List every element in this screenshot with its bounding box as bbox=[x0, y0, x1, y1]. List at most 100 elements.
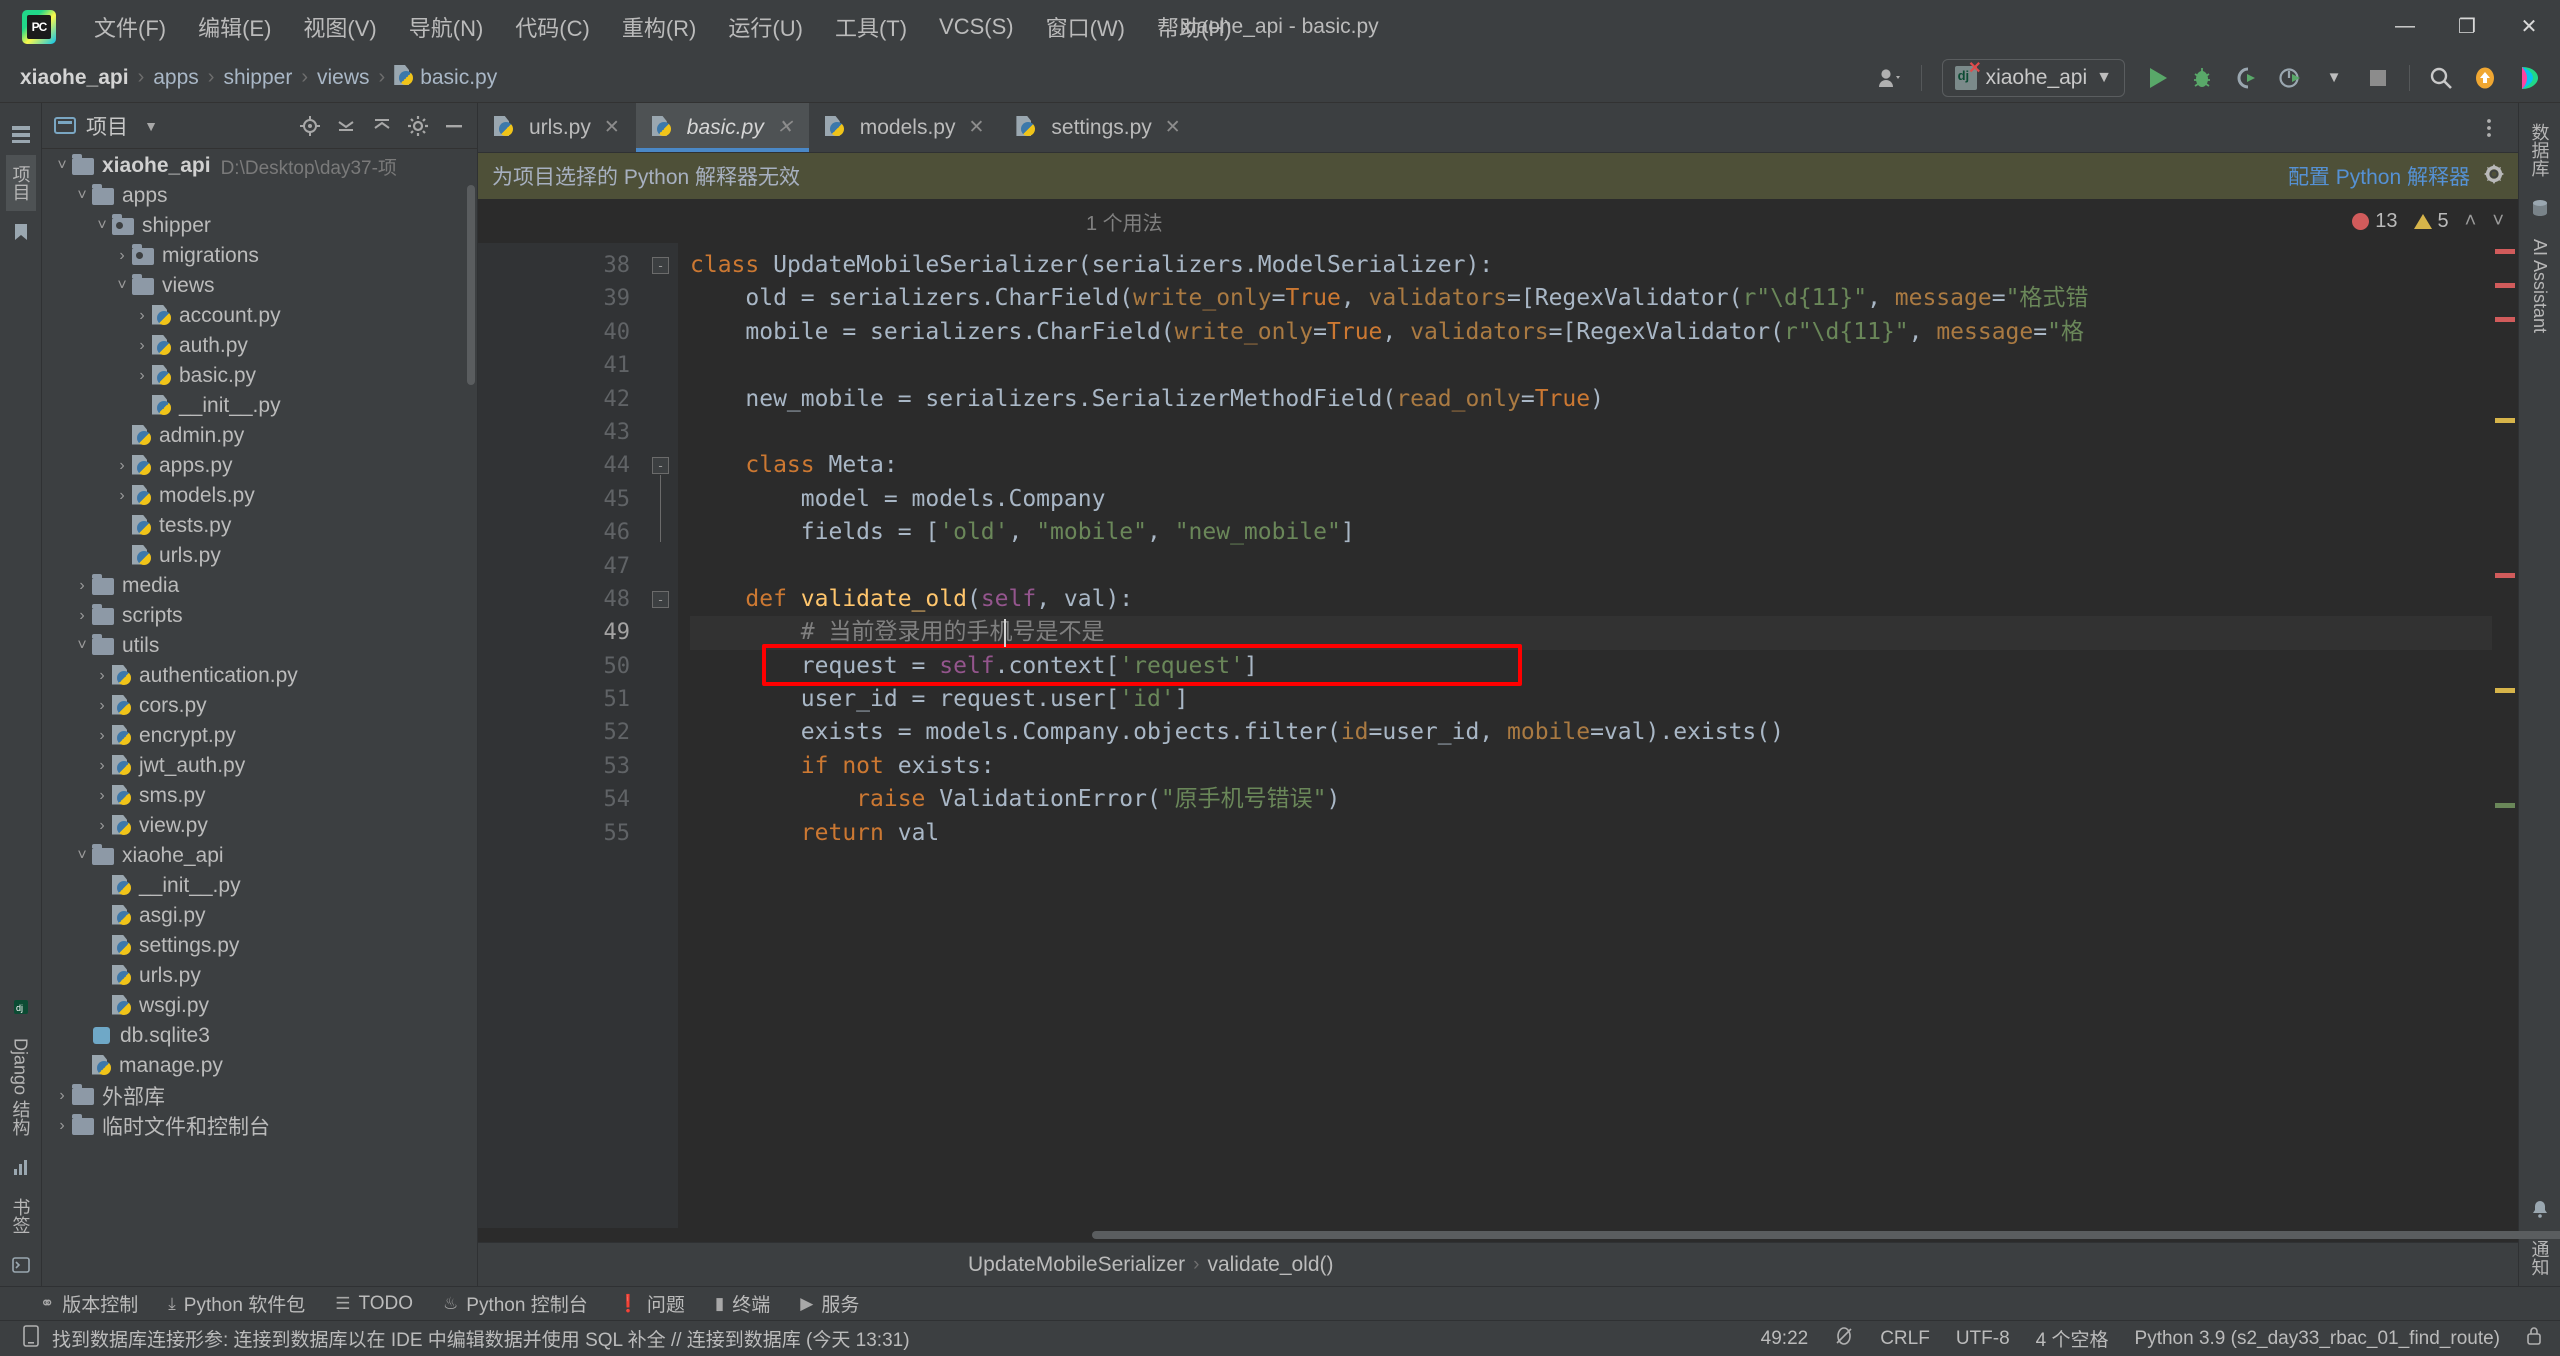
tree-node[interactable]: db.sqlite3 bbox=[42, 1021, 477, 1051]
tab-basic-py[interactable]: basic.py ✕ bbox=[635, 103, 809, 152]
chevron-right-icon[interactable]: › bbox=[52, 1087, 72, 1105]
close-icon[interactable]: ✕ bbox=[777, 116, 793, 139]
menu-code[interactable]: 代码(C) bbox=[499, 7, 606, 47]
tree-node[interactable]: settings.py bbox=[42, 931, 477, 961]
tree-node[interactable]: wsgi.py bbox=[42, 991, 477, 1021]
warning-count[interactable]: 5 bbox=[2413, 210, 2449, 233]
scrollbar-thumb[interactable] bbox=[1092, 1231, 2560, 1239]
tree-node[interactable]: __init__.py bbox=[42, 871, 477, 901]
database-icon[interactable] bbox=[2527, 195, 2553, 221]
tree-node[interactable]: ˅ xiaohe_api bbox=[42, 841, 477, 871]
sidebar-tab-project[interactable]: 项目 bbox=[5, 155, 36, 211]
tree-node[interactable]: › jwt_auth.py bbox=[42, 751, 477, 781]
tree-node[interactable]: ˅ apps bbox=[42, 181, 477, 211]
tree-node[interactable]: › view.py bbox=[42, 811, 477, 841]
tree-node[interactable]: manage.py bbox=[42, 1051, 477, 1081]
sidebar-tab-bookmarks[interactable]: 书签 bbox=[6, 1188, 36, 1244]
hide-panel-icon[interactable] bbox=[439, 111, 469, 141]
expand-all-icon[interactable] bbox=[367, 111, 397, 141]
file-encoding[interactable]: UTF-8 bbox=[1956, 1328, 2010, 1350]
no-edit-icon[interactable] bbox=[1834, 1326, 1854, 1352]
ai-icon[interactable] bbox=[2508, 58, 2550, 98]
close-icon[interactable]: ✕ bbox=[968, 116, 984, 139]
error-count[interactable]: 13 bbox=[2352, 210, 2398, 233]
structure-icon[interactable] bbox=[8, 121, 34, 147]
chevron-right-icon[interactable]: › bbox=[92, 787, 112, 805]
tab-models-py[interactable]: models.py ✕ bbox=[809, 103, 1001, 152]
chevron-right-icon[interactable]: › bbox=[92, 697, 112, 715]
menu-navigate[interactable]: 导航(N) bbox=[393, 7, 500, 47]
settings-icon[interactable] bbox=[403, 111, 433, 141]
run-icon[interactable] bbox=[2137, 58, 2179, 98]
error-marker[interactable] bbox=[2495, 249, 2515, 254]
chevron-down-icon[interactable]: ▼ bbox=[136, 111, 166, 141]
tree-node[interactable]: urls.py bbox=[42, 961, 477, 991]
code-line[interactable]: mobile = serializers.CharField(write_onl… bbox=[690, 316, 2492, 349]
chevron-right-icon[interactable]: › bbox=[132, 367, 152, 385]
minimize-button[interactable]: — bbox=[2374, 0, 2436, 53]
tree-node[interactable]: ˅ shipper bbox=[42, 211, 477, 241]
tree-node[interactable]: tests.py bbox=[42, 511, 477, 541]
profile-icon[interactable] bbox=[2269, 58, 2311, 98]
chevron-down-icon[interactable]: ▼ bbox=[2313, 58, 2355, 98]
fold-toggle-icon[interactable]: - bbox=[652, 257, 669, 274]
code-line[interactable]: user_id = request.user['id'] bbox=[690, 683, 2492, 716]
warning-marker[interactable] bbox=[2495, 688, 2515, 693]
bookmarks-list-icon[interactable] bbox=[8, 1154, 34, 1180]
tree-node[interactable]: › media bbox=[42, 571, 477, 601]
status-message[interactable]: 找到数据库连接形参: 连接到数据库以在 IDE 中编辑数据并使用 SQL 补全 … bbox=[52, 1325, 910, 1352]
code-line[interactable]: return val bbox=[690, 817, 2492, 850]
collapse-all-icon[interactable] bbox=[331, 111, 361, 141]
menu-window[interactable]: 窗口(W) bbox=[1030, 7, 1141, 47]
fold-toggle-icon[interactable]: - bbox=[652, 457, 669, 475]
toolwindow-version-control[interactable]: ⚭ 版本控制 bbox=[40, 1290, 138, 1317]
terminal-strip-icon[interactable] bbox=[8, 1252, 34, 1278]
chevron-right-icon[interactable]: › bbox=[92, 667, 112, 685]
tree-node[interactable]: › sms.py bbox=[42, 781, 477, 811]
more-options-icon[interactable] bbox=[2468, 108, 2510, 148]
tree-node[interactable]: ˅ utils bbox=[42, 631, 477, 661]
locate-icon[interactable] bbox=[295, 111, 325, 141]
chevron-right-icon[interactable]: › bbox=[52, 1117, 72, 1135]
caret-position[interactable]: 49:22 bbox=[1761, 1328, 1809, 1350]
toolwindow-python-console[interactable]: ♨ Python 控制台 bbox=[443, 1290, 588, 1317]
editor-tabs-menu[interactable] bbox=[2468, 103, 2510, 153]
code-editor[interactable]: 38 39 40 41 42 43 44 45 46 47 48 49 50 51 52 53 54 55 ---… bbox=[478, 243, 2518, 1228]
code-line[interactable]: fields = ['old', "mobile", "new_mobile"] bbox=[690, 516, 2492, 549]
tree-node[interactable]: › scripts bbox=[42, 601, 477, 631]
chevron-right-icon[interactable]: › bbox=[132, 337, 152, 355]
toolwindow-terminal[interactable]: ▮ 终端 bbox=[715, 1290, 770, 1317]
maximize-button[interactable]: ❐ bbox=[2436, 0, 2498, 53]
code-line[interactable]: raise ValidationError("原手机号错误") bbox=[690, 783, 2492, 816]
tab-settings-py[interactable]: settings.py ✕ bbox=[1000, 103, 1196, 152]
tree-node[interactable]: ˅ views bbox=[42, 271, 477, 301]
chevron-right-icon[interactable]: › bbox=[112, 457, 132, 475]
debug-icon[interactable] bbox=[2181, 58, 2223, 98]
sidebar-tab-ai-assistant[interactable]: AI Assistant bbox=[2527, 229, 2552, 343]
chevron-right-icon[interactable]: › bbox=[72, 607, 92, 625]
code-text-area[interactable]: class UpdateMobileSerializer(serializers… bbox=[678, 243, 2492, 1228]
breadcrumb-item-views[interactable]: views bbox=[311, 64, 376, 92]
code-line[interactable]: old = serializers.CharField(write_only=T… bbox=[690, 282, 2492, 315]
next-problem-icon[interactable]: ˅ bbox=[2492, 210, 2504, 233]
breadcrumb-item-shipper[interactable]: shipper bbox=[217, 64, 298, 92]
info-marker[interactable] bbox=[2495, 803, 2515, 808]
chevron-down-icon[interactable]: ˅ bbox=[52, 157, 72, 175]
python-interpreter[interactable]: Python 3.9 (s2_day33_rbac_01_find_route) bbox=[2135, 1328, 2500, 1350]
tree-node[interactable]: asgi.py bbox=[42, 901, 477, 931]
breadcrumb-method[interactable]: validate_old() bbox=[1207, 1253, 1333, 1277]
menu-view[interactable]: 视图(V) bbox=[287, 7, 392, 47]
code-line[interactable]: request = self.context['request'] bbox=[690, 650, 2492, 683]
configure-interpreter-link[interactable]: 配置 Python 解释器 bbox=[2288, 161, 2470, 191]
tree-node[interactable]: › cors.py bbox=[42, 691, 477, 721]
lock-icon[interactable] bbox=[2526, 1326, 2542, 1352]
chevron-down-icon[interactable]: ˅ bbox=[92, 217, 112, 235]
menu-tools[interactable]: 工具(T) bbox=[819, 7, 923, 47]
chevron-down-icon[interactable]: ˅ bbox=[72, 847, 92, 865]
project-tree[interactable]: ˅ xiaohe_api D:\Desktop\day37-项 ˅ apps ˅ shipp… bbox=[42, 149, 477, 1286]
tab-urls-py[interactable]: urls.py ✕ bbox=[478, 103, 636, 152]
chevron-down-icon[interactable]: ˅ bbox=[72, 187, 92, 205]
error-marker[interactable] bbox=[2495, 573, 2515, 578]
error-marker[interactable] bbox=[2495, 317, 2515, 322]
indent-size[interactable]: 4 个空格 bbox=[2036, 1325, 2109, 1352]
